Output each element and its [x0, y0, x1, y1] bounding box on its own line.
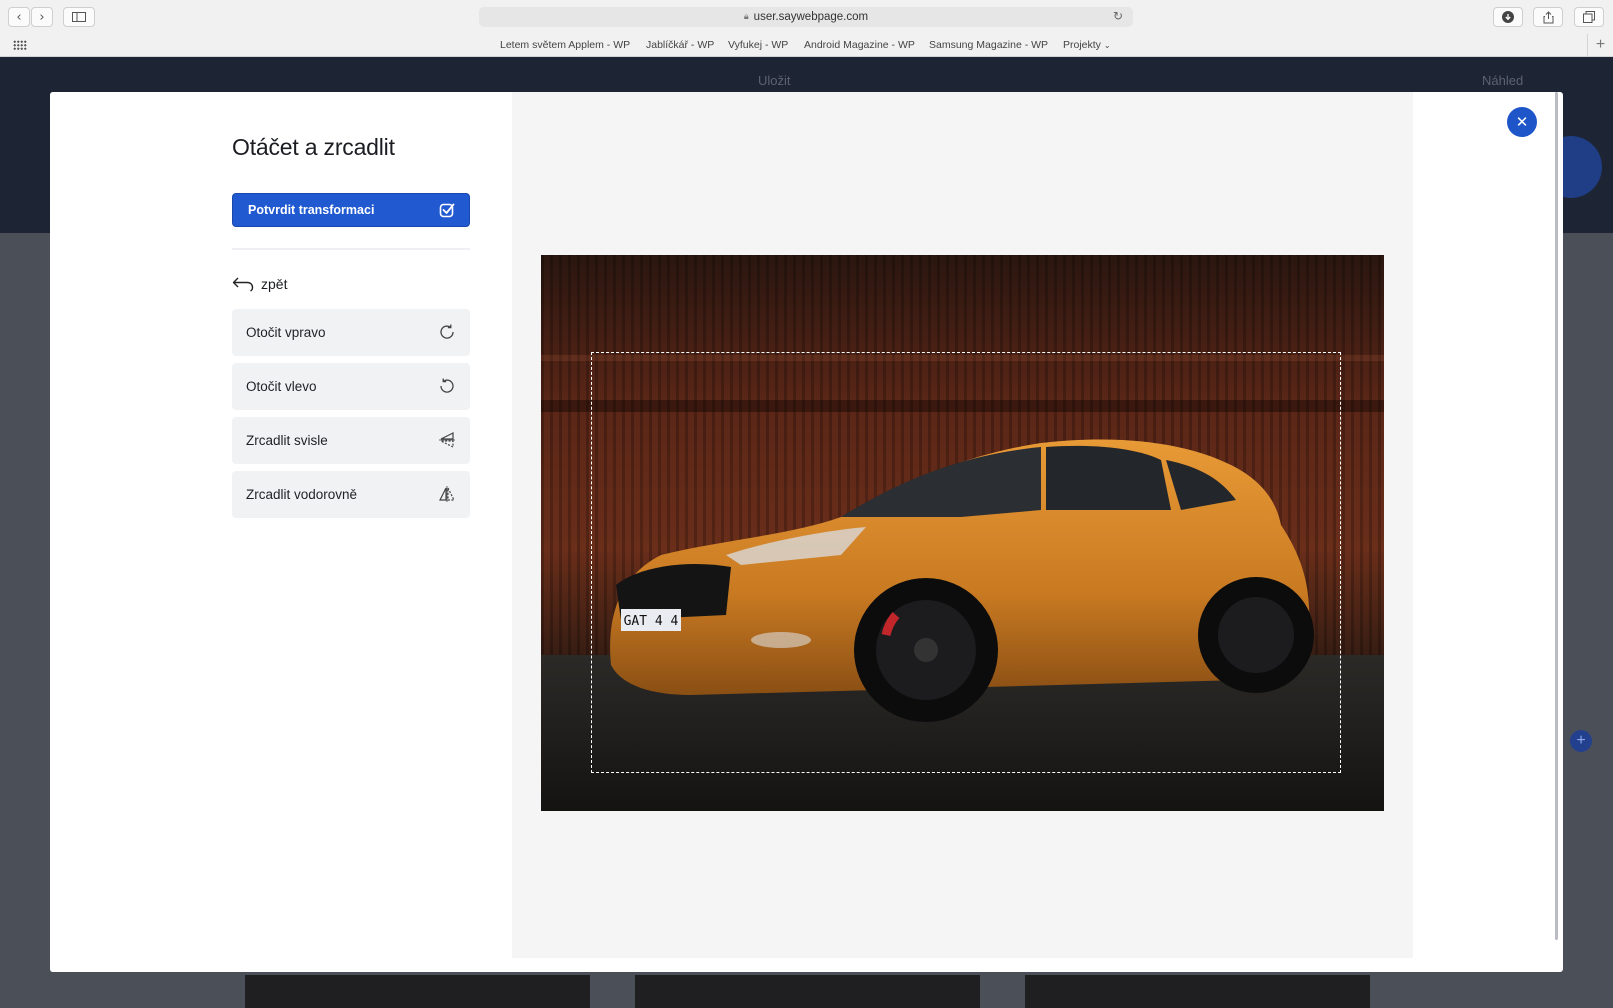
scrollbar[interactable]: [1555, 92, 1558, 940]
browser-chrome: ‹ › 🔒︎ user.saywebpage.com ↻ Letem světe…: [0, 0, 1613, 57]
transform-panel: Otáčet a zrcadlit Potvrdit transformaci …: [50, 92, 512, 972]
bookmark-folder-label: Projekty: [1063, 39, 1101, 51]
crop-selection-frame[interactable]: [591, 352, 1341, 773]
bookmark-item[interactable]: Android Magazine - WP: [804, 39, 915, 51]
flip-horizontal-button[interactable]: Zrcadlit vodorovně: [232, 471, 470, 518]
add-fab-behind: +: [1570, 730, 1592, 752]
share-icon[interactable]: [1533, 7, 1563, 27]
save-label-behind: Uložit: [758, 73, 791, 88]
forward-arrow-icon[interactable]: ›: [31, 7, 53, 27]
rotate-flip-modal: Otáčet a zrcadlit Potvrdit transformaci …: [50, 92, 1563, 972]
url-text: user.saywebpage.com: [753, 11, 869, 23]
confirm-transform-button[interactable]: Potvrdit transformaci: [232, 193, 470, 227]
flip-vertical-button[interactable]: Zrcadlit svisle: [232, 417, 470, 464]
divider: [232, 248, 470, 250]
bookmark-folder-projekty[interactable]: Projekty ⌄: [1063, 39, 1111, 51]
close-icon[interactable]: ✕: [1507, 107, 1537, 137]
rotate-right-label: Otočit vpravo: [246, 325, 326, 340]
thumbnail-behind: [635, 975, 980, 1008]
confirm-transform-label: Potvrdit transformaci: [248, 203, 375, 217]
tabs-overview-icon[interactable]: [1574, 7, 1604, 27]
checkbox-check-icon: [439, 203, 455, 218]
reload-icon[interactable]: ↻: [1113, 9, 1123, 23]
browser-toolbar: ‹ › 🔒︎ user.saywebpage.com ↻: [0, 0, 1613, 34]
downloads-icon[interactable]: [1493, 7, 1523, 27]
back-arrow-icon[interactable]: ‹: [8, 7, 30, 27]
rotate-left-icon: [440, 378, 454, 393]
thumbnail-behind: [245, 975, 590, 1008]
bookmark-item[interactable]: Samsung Magazine - WP: [929, 39, 1048, 51]
chevron-down-icon: ⌄: [1103, 41, 1111, 50]
bookmarks-bar: Letem světem Applem - WP Jablíčkář - WP …: [0, 34, 1613, 56]
modal-title: Otáčet a zrcadlit: [232, 134, 395, 160]
sidebar-toggle-icon[interactable]: [63, 7, 95, 27]
back-label: zpět: [261, 276, 288, 292]
flip-horizontal-label: Zrcadlit vodorovně: [246, 487, 358, 502]
back-arrow-icon: [232, 277, 254, 292]
flip-horizontal-icon: [439, 486, 455, 502]
flip-vertical-label: Zrcadlit svisle: [246, 433, 328, 448]
bookmark-item[interactable]: Jablíčkář - WP: [646, 39, 714, 51]
car-photo: GAT 4 4: [541, 255, 1384, 811]
rotate-left-label: Otočit vlevo: [246, 379, 317, 394]
rotate-left-button[interactable]: Otočit vlevo: [232, 363, 470, 410]
bookmark-item[interactable]: Letem světem Applem - WP: [500, 39, 630, 51]
rotate-right-button[interactable]: Otočit vpravo: [232, 309, 470, 356]
preview-label-behind: Náhled: [1482, 73, 1524, 88]
rotate-right-icon: [440, 324, 454, 339]
address-bar[interactable]: 🔒︎ user.saywebpage.com ↻: [479, 7, 1133, 27]
new-tab-icon[interactable]: +: [1587, 34, 1613, 56]
back-link[interactable]: zpět: [232, 274, 287, 294]
lock-icon: 🔒︎: [743, 12, 749, 22]
flip-vertical-icon: [439, 432, 455, 448]
image-preview-area: GAT 4 4: [512, 92, 1413, 958]
thumbnail-behind: [1025, 975, 1370, 1008]
bookmark-item[interactable]: Vyfukej - WP: [728, 39, 788, 51]
